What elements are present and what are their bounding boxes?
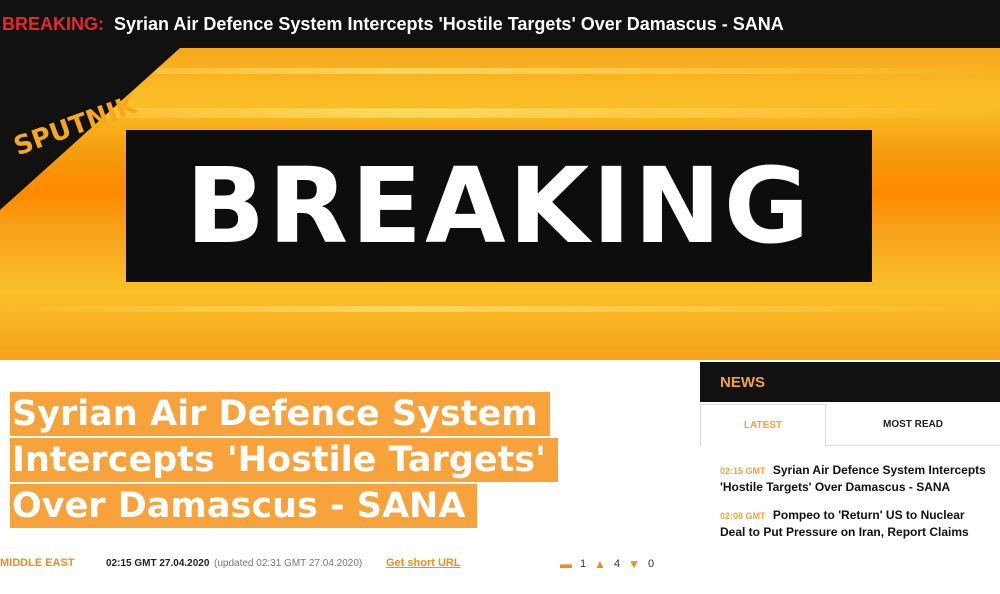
- article-headline: Syrian Air Defence System Intercepts 'Ho…: [10, 392, 610, 530]
- news-tabs: LATEST MOST READ: [700, 404, 1000, 446]
- breaking-label: BREAKING:: [2, 13, 104, 34]
- breaking-ticker: BREAKING: Syrian Air Defence System Inte…: [0, 0, 1000, 48]
- published-time: 02:15 GMT 27.04.2020: [106, 558, 210, 569]
- headline-line: Over Damascus - SANA: [10, 484, 478, 528]
- tab-most-read[interactable]: MOST READ: [826, 404, 1000, 446]
- thumbs-down-icon[interactable]: ▼: [628, 557, 640, 571]
- category-link[interactable]: MIDDLE EAST: [0, 557, 75, 569]
- news-sidebar: NEWS LATEST MOST READ 02:15 GMT Syrian A…: [700, 362, 1000, 594]
- news-item[interactable]: 02:08 GMT Pompeo to 'Return' US to Nucle…: [700, 507, 1000, 540]
- news-item-time: 02:15 GMT: [720, 466, 766, 476]
- news-header: NEWS: [700, 362, 1000, 402]
- headline-line: Syrian Air Defence System: [10, 392, 550, 436]
- news-item-time: 02:08 GMT: [720, 511, 766, 521]
- news-list: 02:15 GMT Syrian Air Defence System Inte…: [700, 462, 1000, 552]
- banner-streak: [0, 306, 1000, 312]
- breaking-text: BREAKING: [185, 145, 813, 267]
- thumbs-up-icon[interactable]: ▲: [594, 557, 606, 571]
- article-meta: MIDDLE EAST 02:15 GMT 27.04.2020 (update…: [0, 556, 680, 572]
- ticker-headline[interactable]: Syrian Air Defence System Intercepts 'Ho…: [114, 14, 784, 35]
- breaking-banner-image: SPUTNIK BREAKING: [0, 48, 1000, 360]
- dislikes-count: 0: [648, 558, 655, 570]
- breaking-box: BREAKING: [126, 130, 872, 282]
- comment-icon[interactable]: ▬: [560, 557, 572, 571]
- updated-time: (updated 02:31 GMT 27.04.2020): [214, 558, 363, 569]
- news-item[interactable]: 02:15 GMT Syrian Air Defence System Inte…: [700, 462, 1000, 495]
- tab-latest[interactable]: LATEST: [700, 404, 826, 446]
- short-url-link[interactable]: Get short URL: [386, 557, 461, 569]
- headline-line: Intercepts 'Hostile Targets': [10, 438, 558, 482]
- likes-count: 4: [614, 558, 621, 570]
- comments-count: 1: [580, 558, 587, 570]
